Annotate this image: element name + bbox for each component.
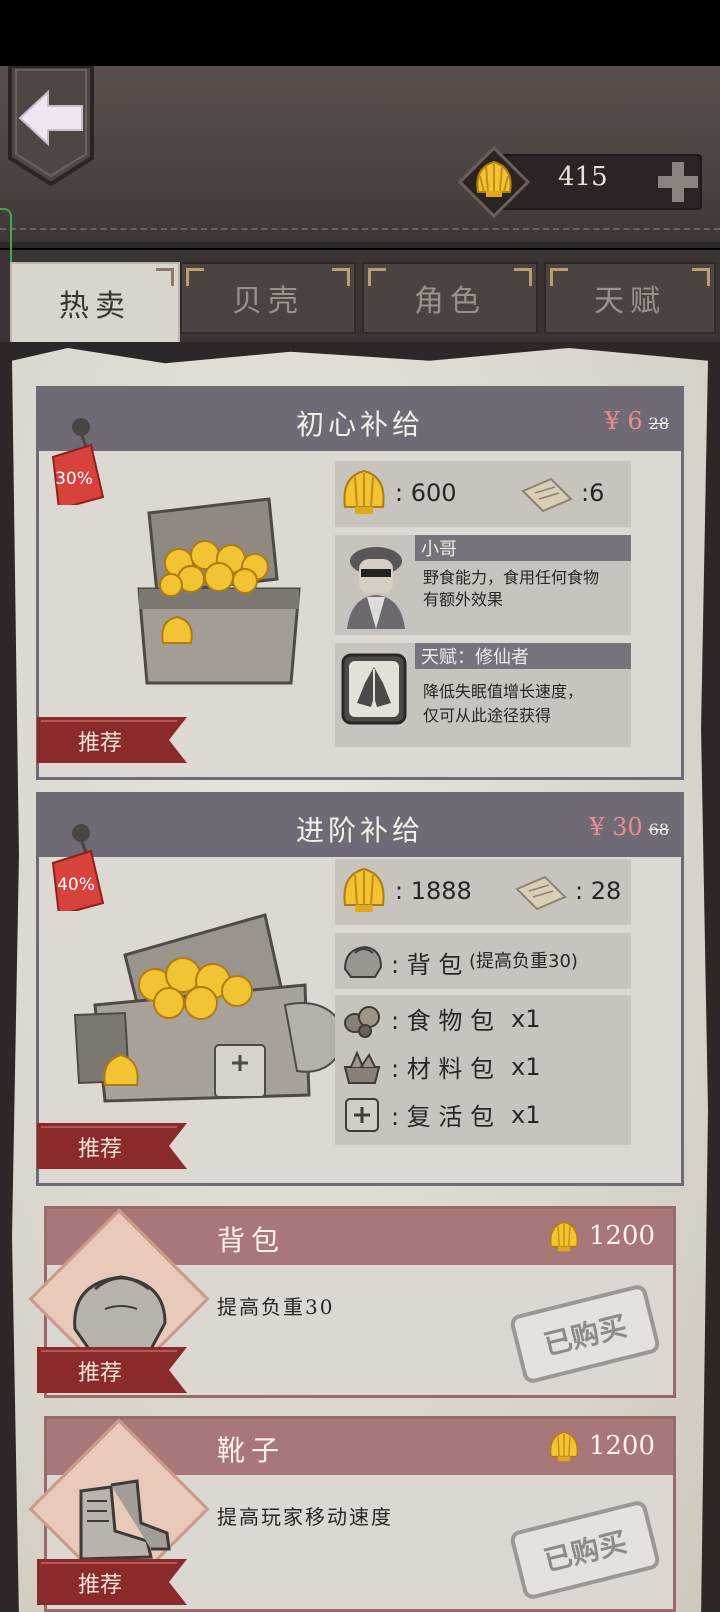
recommend-ribbon: 推荐 <box>37 1123 203 1169</box>
bundle-title: 初心补给 <box>295 408 424 441</box>
character-portrait-icon <box>347 547 405 629</box>
tab-hot-sale[interactable]: 热卖 <box>10 262 180 344</box>
bundle-price: ¥ 30 68 <box>589 813 669 841</box>
backpack-icon <box>73 1275 167 1351</box>
shells-amount: : 1888 <box>395 877 472 905</box>
item-price: 1200 <box>588 1221 655 1251</box>
talent-desc-1: 降低失眠值增长速度， <box>423 682 584 701</box>
material-pack-qty: x1 <box>511 1053 541 1081</box>
talent-reward-row: 天赋：修仙者 降低失眠值增长速度， 仅可从此途径获得 <box>335 643 631 747</box>
tab-characters[interactable]: 角色 <box>362 262 538 334</box>
shells-amount: : 600 <box>395 479 457 507</box>
recommend-ribbon: 推荐 <box>37 717 203 763</box>
material-pack-label: : 材 料 包 <box>391 1055 494 1083</box>
backpack-icon <box>343 945 383 978</box>
revive-pack-qty: x1 <box>511 1101 541 1129</box>
supply-items-list: : 食 物 包 x1 : 材 料 包 x1 : 复 活 包 x1 <box>335 995 631 1145</box>
item-title: 靴子 <box>217 1434 286 1467</box>
item-title: 背包 <box>217 1224 286 1257</box>
boots-icon <box>79 1479 171 1561</box>
item-desc: 提高负重30 <box>217 1295 335 1319</box>
food-pack-qty: x1 <box>511 1005 541 1033</box>
reward-shells-row: : 1888 : 28 <box>335 859 631 925</box>
backpack-reward-row: : 背 包 (提高负重30) <box>335 933 631 989</box>
bundle-price: ¥ 6 28 <box>604 407 669 435</box>
tickets-amount: : 28 <box>575 877 622 905</box>
revive-pack-label: : 复 活 包 <box>391 1103 494 1131</box>
item-price: 1200 <box>588 1431 655 1461</box>
coin-count: 415 <box>558 162 608 192</box>
character-desc-2: 有额外效果 <box>423 590 504 609</box>
discount-label: 40% <box>57 875 95 895</box>
shell-coin-icon <box>343 867 385 912</box>
tab-label: 角色 <box>414 284 486 319</box>
bundle-card-starter[interactable]: 初心补给 ¥ 6 28 30% 推荐 : 600:6 小哥 野食能力，食用任何… <box>36 386 684 780</box>
backpack-note: (提高负重30) <box>469 951 578 972</box>
reward-shells-row: : 600 :6 <box>335 461 631 527</box>
material-pack-icon <box>343 1050 381 1084</box>
talent-desc-2: 仅可从此途径获得 <box>423 706 552 725</box>
food-pack-icon <box>344 1006 380 1038</box>
tab-label: 贝壳 <box>232 284 304 319</box>
shell-coin-icon <box>343 469 385 514</box>
shell-coin-icon <box>458 146 530 218</box>
tab-label: 天赋 <box>594 284 666 319</box>
backpack-label: : 背 包 <box>391 951 463 979</box>
add-coins-button[interactable] <box>654 158 702 206</box>
old-price: 68 <box>648 820 669 839</box>
status-bar <box>0 0 720 66</box>
recommend-ribbon: 推荐 <box>37 1559 203 1605</box>
character-reward-row: 小哥 野食能力，食用任何食物 有额外效果 <box>335 535 631 635</box>
large-chest-icon <box>73 913 349 1103</box>
talent-name: 天赋：修仙者 <box>415 643 631 669</box>
item-desc: 提高玩家移动速度 <box>217 1505 393 1529</box>
shell-coin-icon <box>550 1431 578 1462</box>
discount-label: 30% <box>55 469 93 489</box>
tickets-amount: :6 <box>581 479 605 507</box>
discount-tag-icon <box>51 418 105 505</box>
bundle-title: 进阶补给 <box>295 814 424 847</box>
old-price: 28 <box>648 414 669 433</box>
shell-coin-icon <box>550 1221 578 1252</box>
tab-shells[interactable]: 贝壳 <box>180 262 356 334</box>
purchased-stamp: 已购买 <box>508 1283 662 1385</box>
purchased-stamp: 已购买 <box>508 1499 662 1601</box>
shop-item-backpack[interactable]: 背包 1200 提高负重30 已购买 推荐 <box>28 1206 676 1398</box>
prayer-hands-icon <box>341 653 407 725</box>
tab-label: 热卖 <box>59 289 131 324</box>
treasure-chest-icon <box>137 497 301 685</box>
character-name: 小哥 <box>415 535 631 561</box>
tab-talents[interactable]: 天赋 <box>544 262 716 334</box>
recommend-ribbon: 推荐 <box>37 1347 203 1393</box>
currency-bar: 415 <box>458 146 710 218</box>
ticket-icon <box>515 875 567 911</box>
bundle-card-advanced[interactable]: 进阶补给 ¥ 30 68 40% 推荐 : 1888: 28: 背 包 (提… <box>36 792 684 1186</box>
character-desc-1: 野食能力，食用任何食物 <box>423 568 600 587</box>
food-pack-label: : 食 物 包 <box>391 1007 494 1035</box>
shop-item-boots[interactable]: 靴子 1200 提高玩家移动速度 已购买 推荐 <box>28 1416 676 1612</box>
revive-pack-icon <box>345 1098 379 1132</box>
ticket-icon <box>521 477 573 513</box>
back-button[interactable] <box>6 66 96 188</box>
